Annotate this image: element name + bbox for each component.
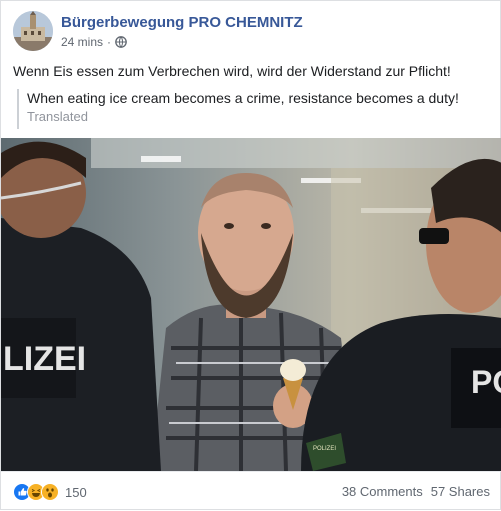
translation-block: When eating ice cream becomes a crime, r… <box>17 89 487 129</box>
page-name-link[interactable]: Bürgerbewegung PRO CHEMNITZ <box>61 14 303 31</box>
translated-label[interactable]: Translated <box>27 107 487 127</box>
shares-link[interactable]: 57 Shares <box>431 484 490 499</box>
wow-icon <box>41 483 59 501</box>
translated-text: When eating ice cream becomes a crime, r… <box>27 90 459 106</box>
timestamp-link[interactable]: 24 mins <box>61 35 103 49</box>
police-badge-text: POLIZEI <box>313 446 336 452</box>
police-vest-right-text: PO <box>471 364 501 400</box>
reactions-summary[interactable]: 150 <box>13 483 87 501</box>
post-stats: 38 Comments 57 Shares <box>342 484 490 499</box>
police-vest-left-text: LIZEI <box>3 340 86 378</box>
post-footer: 150 38 Comments 57 Shares <box>1 471 501 511</box>
comments-link[interactable]: 38 Comments <box>342 484 423 499</box>
building-icon <box>13 11 53 51</box>
post-photo[interactable]: LIZEI PO POLIZEI <box>1 138 501 471</box>
post-text: Wenn Eis essen zum Verbrechen wird, wird… <box>13 63 451 79</box>
post-header: Bürgerbewegung PRO CHEMNITZ 24 mins · <box>13 11 488 53</box>
facebook-post: Bürgerbewegung PRO CHEMNITZ 24 mins · Wen… <box>0 0 501 510</box>
meta-separator: · <box>107 35 112 49</box>
post-meta: 24 mins · <box>61 35 127 51</box>
page-avatar[interactable] <box>13 11 53 51</box>
reaction-count: 150 <box>65 484 87 500</box>
globe-icon[interactable] <box>115 36 127 51</box>
